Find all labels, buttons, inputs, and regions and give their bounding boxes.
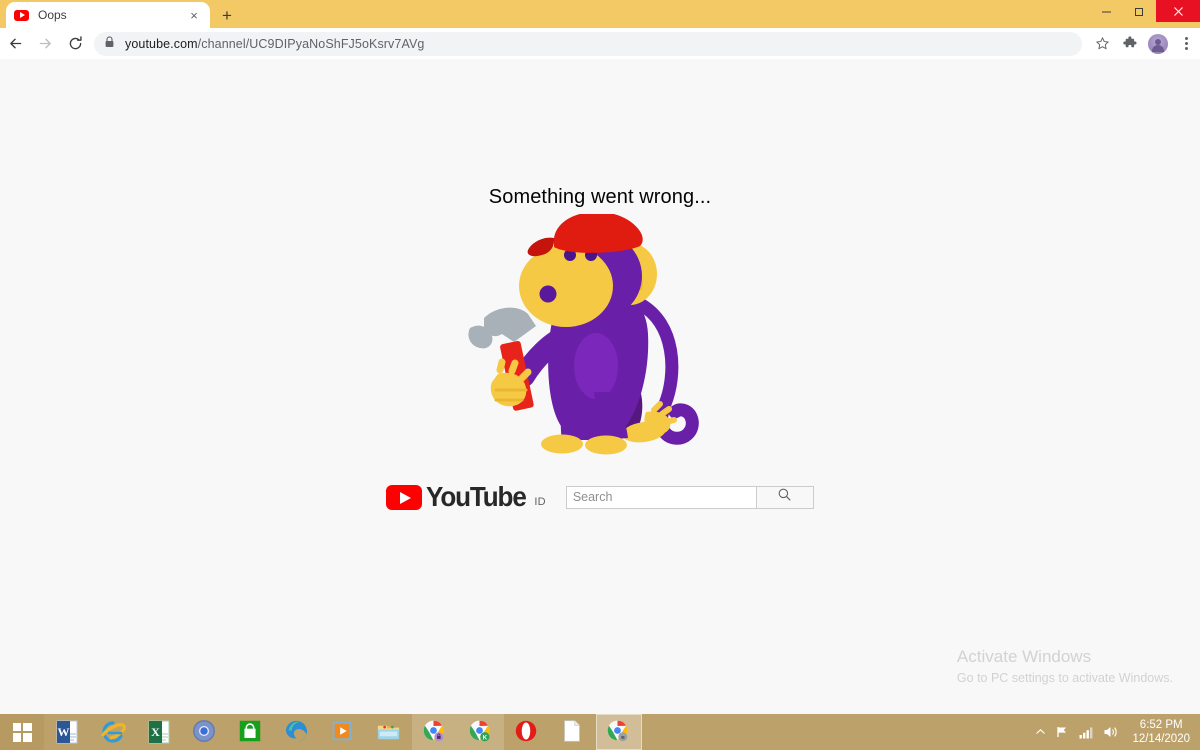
youtube-logo[interactable]: YouTube ID (386, 481, 546, 512)
tab-title: Oops (38, 8, 67, 22)
taskbar-item-edge[interactable] (274, 714, 320, 750)
close-tab-icon[interactable]: × (186, 7, 202, 23)
activate-windows-watermark: Activate Windows Go to PC settings to ac… (957, 646, 1173, 688)
speaker-icon[interactable] (1103, 725, 1119, 739)
svg-text:K: K (483, 734, 488, 741)
minimize-button[interactable] (1090, 0, 1123, 22)
browser-toolbar: youtube.com/channel/UC9DIPyaNoShFJ5oKsrv… (0, 28, 1200, 59)
search-button[interactable] (756, 485, 814, 509)
taskbar-item-microsoft-store[interactable] (228, 714, 274, 750)
page-content: Something went wrong... YouTube ID Searc… (0, 59, 1200, 714)
windows-logo-icon (12, 722, 32, 742)
chevron-up-icon[interactable] (1035, 728, 1046, 736)
word-icon: W (53, 718, 81, 746)
search-input[interactable] (565, 485, 757, 509)
taskbar-item-internet-explorer[interactable] (90, 714, 136, 750)
svg-text:W: W (58, 725, 70, 739)
address-bar[interactable]: youtube.com/channel/UC9DIPyaNoShFJ5oKsrv… (94, 31, 1082, 56)
youtube-favicon-icon (14, 9, 29, 21)
forward-arrow-icon (30, 28, 60, 59)
svg-text:X: X (151, 725, 160, 739)
network-flag-icon[interactable] (1055, 725, 1070, 739)
system-tray: 6:52 PM 12/14/2020 (1035, 714, 1200, 750)
youtube-wordmark: YouTube (426, 481, 527, 512)
new-tab-button[interactable]: + (216, 4, 238, 26)
close-window-button[interactable] (1156, 0, 1200, 22)
maximize-button[interactable] (1123, 0, 1156, 22)
clock-date: 12/14/2020 (1132, 733, 1190, 745)
profile-avatar (1148, 33, 1168, 54)
taskbar-item-document[interactable] (550, 714, 596, 750)
monkey-with-hammer-illustration (462, 214, 734, 469)
back-arrow-icon[interactable] (0, 28, 30, 59)
taskbar-item-opera[interactable] (504, 714, 550, 750)
taskbar-item-chrome-k[interactable]: K (458, 714, 504, 750)
chrome-icon (605, 718, 633, 746)
reload-icon[interactable] (60, 28, 90, 59)
taskbar: W X K (0, 714, 1200, 750)
internet-explorer-icon (99, 718, 127, 746)
start-button[interactable] (0, 714, 44, 750)
avatar-icon[interactable] (1144, 28, 1172, 59)
youtube-country-code: ID (534, 496, 546, 508)
edge-icon (283, 718, 311, 746)
search-icon (777, 487, 792, 507)
star-icon[interactable] (1088, 28, 1116, 59)
watermark-subtitle: Go to PC settings to activate Windows. (956, 671, 1173, 685)
browser-tab[interactable]: Oops × (6, 2, 210, 28)
youtube-play-icon (386, 485, 423, 510)
file-explorer-icon (375, 718, 403, 746)
page-title: Something went wrong... (488, 186, 712, 208)
address-bar-text: youtube.com/channel/UC9DIPyaNoShFJ5oKsrv… (125, 37, 424, 51)
taskbar-clock[interactable]: 6:52 PM 12/14/2020 (1132, 718, 1190, 746)
excel-icon: X (145, 718, 173, 746)
taskbar-item-excel[interactable]: X (136, 714, 182, 750)
taskbar-item-chrome-active[interactable] (596, 714, 642, 750)
url-path: /channel/UC9DIPyaNoShFJ5oKsrv7AVg (197, 36, 425, 51)
browser-titlebar: Oops × + (0, 0, 1200, 28)
chrome-icon (421, 718, 449, 746)
kebab-menu-icon[interactable] (1172, 28, 1200, 59)
screen: Oops × + youtube.com/channel/UC9DIPyaNoS… (0, 0, 1200, 750)
brand-and-search-row: YouTube ID (0, 481, 1200, 512)
media-player-icon (329, 718, 357, 746)
taskbar-item-media-player[interactable] (320, 714, 366, 750)
url-host: youtube.com (125, 36, 198, 51)
search-bar (565, 485, 814, 509)
window-controls (1090, 0, 1200, 22)
taskbar-item-file-explorer[interactable] (366, 714, 412, 750)
document-icon (559, 718, 587, 746)
lock-icon (104, 35, 115, 53)
clock-time: 6:52 PM (1139, 719, 1183, 731)
signal-bars-icon[interactable] (1079, 726, 1094, 739)
taskbar-item-chromium[interactable] (182, 714, 228, 750)
watermark-title: Activate Windows (956, 647, 1092, 666)
microsoft-store-icon (237, 718, 265, 746)
taskbar-item-chrome-locked[interactable] (412, 714, 458, 750)
chromium-icon (191, 718, 219, 746)
opera-icon (513, 718, 541, 746)
taskbar-item-word[interactable]: W (44, 714, 90, 750)
puzzle-piece-icon[interactable] (1116, 28, 1144, 59)
chrome-icon: K (467, 718, 495, 746)
